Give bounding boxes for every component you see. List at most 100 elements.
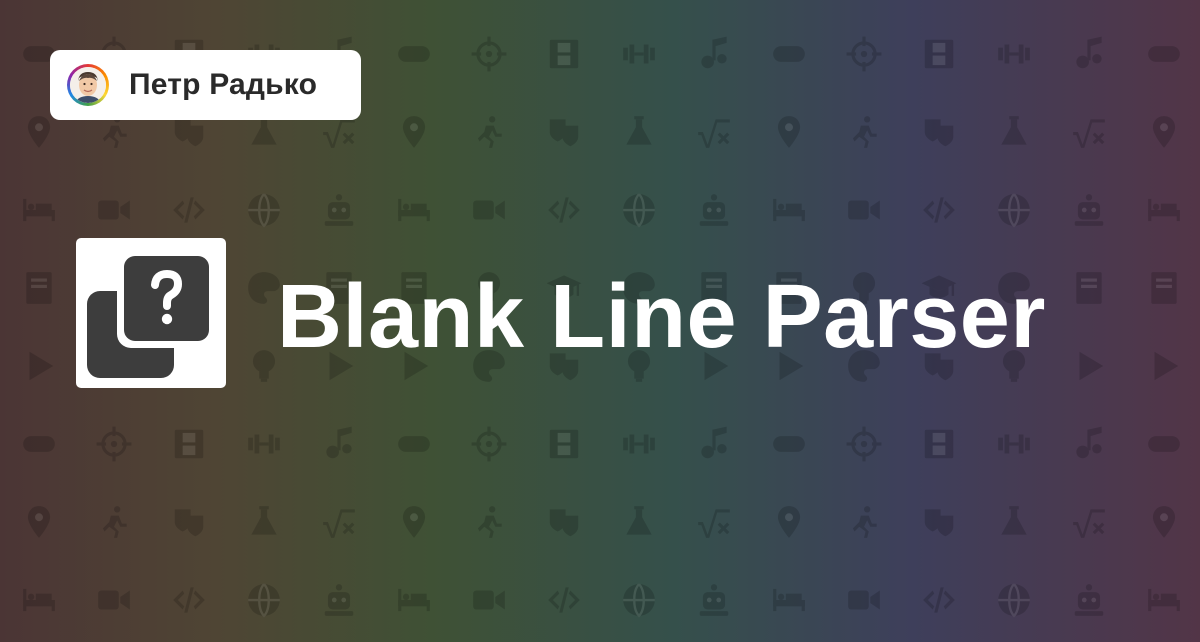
globe-icon xyxy=(247,193,280,228)
bed-icon xyxy=(397,198,430,222)
code-icon xyxy=(922,587,955,613)
author-chip[interactable]: Петр Радько xyxy=(50,50,361,120)
pattern-cell xyxy=(526,405,601,483)
pattern-cell xyxy=(1,327,76,405)
pattern-cell xyxy=(601,405,676,483)
film-icon xyxy=(924,39,953,69)
pattern-cell xyxy=(1,171,76,249)
running-person-icon xyxy=(477,506,502,538)
pattern-cell xyxy=(1051,15,1126,93)
pattern-cell xyxy=(301,483,376,561)
pattern-cell xyxy=(151,483,226,561)
pattern-cell xyxy=(376,561,451,639)
map-pin-icon xyxy=(777,116,800,148)
pattern-cell xyxy=(1,249,76,327)
pattern-cell xyxy=(826,405,901,483)
question-cards-icon xyxy=(87,249,216,378)
globe-icon xyxy=(622,583,655,618)
pattern-cell xyxy=(601,171,676,249)
pattern-cell xyxy=(976,93,1051,171)
page-title: Blank Line Parser xyxy=(277,267,1046,367)
map-pin-icon xyxy=(402,506,425,538)
pattern-cell xyxy=(376,483,451,561)
pattern-cell xyxy=(1,405,76,483)
globe-icon xyxy=(247,583,280,618)
pattern-cell xyxy=(76,483,151,561)
pattern-cell xyxy=(451,171,526,249)
code-icon xyxy=(547,587,580,613)
play-icon xyxy=(1079,351,1103,381)
bed-icon xyxy=(772,198,805,222)
pattern-cell xyxy=(526,93,601,171)
pattern-cell xyxy=(826,15,901,93)
pattern-cell xyxy=(826,171,901,249)
pattern-cell xyxy=(901,483,976,561)
map-pin-icon xyxy=(1152,116,1175,148)
pattern-cell xyxy=(601,93,676,171)
book-icon xyxy=(1150,272,1177,304)
pattern-cell xyxy=(1051,93,1126,171)
pattern-cell xyxy=(151,405,226,483)
pattern-cell xyxy=(1051,249,1126,327)
pattern-cell xyxy=(601,15,676,93)
bed-icon xyxy=(1147,198,1180,222)
dumbbell-icon xyxy=(997,434,1030,454)
crosshair-icon xyxy=(471,36,506,72)
music-note-icon xyxy=(1075,426,1102,459)
square-root-icon xyxy=(697,509,730,538)
square-root-icon xyxy=(1072,119,1105,148)
pattern-cell xyxy=(1,561,76,639)
app-logo xyxy=(76,238,226,388)
crosshair-icon xyxy=(846,36,881,72)
play-icon xyxy=(29,351,53,381)
crosshair-icon xyxy=(471,426,506,462)
code-icon xyxy=(922,197,955,223)
dumbbell-icon xyxy=(247,434,280,454)
pattern-cell xyxy=(901,171,976,249)
pattern-cell xyxy=(1051,561,1126,639)
pattern-cell xyxy=(1126,483,1200,561)
pattern-cell xyxy=(676,561,751,639)
flask-icon xyxy=(625,506,652,535)
pattern-cell xyxy=(976,15,1051,93)
theater-masks-icon xyxy=(549,509,578,537)
pattern-cell xyxy=(1,483,76,561)
pattern-cell xyxy=(1051,483,1126,561)
pattern-cell xyxy=(826,561,901,639)
map-pin-icon xyxy=(27,116,50,148)
pattern-cell xyxy=(1051,327,1126,405)
pattern-cell xyxy=(376,171,451,249)
author-avatar xyxy=(67,64,109,106)
pattern-cell xyxy=(1126,171,1200,249)
pattern-cell xyxy=(751,93,826,171)
gamepad-icon xyxy=(772,436,805,452)
theater-masks-icon xyxy=(924,509,953,537)
bed-icon xyxy=(22,588,55,612)
video-camera-icon xyxy=(472,590,505,610)
pattern-cell xyxy=(451,15,526,93)
music-note-icon xyxy=(1075,36,1102,69)
globe-icon xyxy=(622,193,655,228)
film-icon xyxy=(549,39,578,69)
pattern-cell xyxy=(301,561,376,639)
gamepad-icon xyxy=(397,436,430,452)
robot-icon xyxy=(699,584,728,616)
globe-icon xyxy=(997,583,1030,618)
video-camera-icon xyxy=(847,200,880,220)
map-pin-icon xyxy=(27,506,50,538)
bed-icon xyxy=(397,588,430,612)
music-note-icon xyxy=(700,426,727,459)
book-icon xyxy=(1075,272,1102,304)
pattern-cell xyxy=(226,171,301,249)
flask-icon xyxy=(1000,506,1027,535)
flask-icon xyxy=(250,506,277,535)
flask-icon xyxy=(1000,116,1027,145)
pattern-cell xyxy=(451,483,526,561)
play-icon xyxy=(1154,351,1178,381)
gamepad-icon xyxy=(1147,436,1180,452)
pattern-cell xyxy=(376,15,451,93)
square-root-icon xyxy=(322,509,355,538)
pattern-cell xyxy=(301,405,376,483)
pattern-cell xyxy=(451,93,526,171)
pattern-cell xyxy=(901,93,976,171)
